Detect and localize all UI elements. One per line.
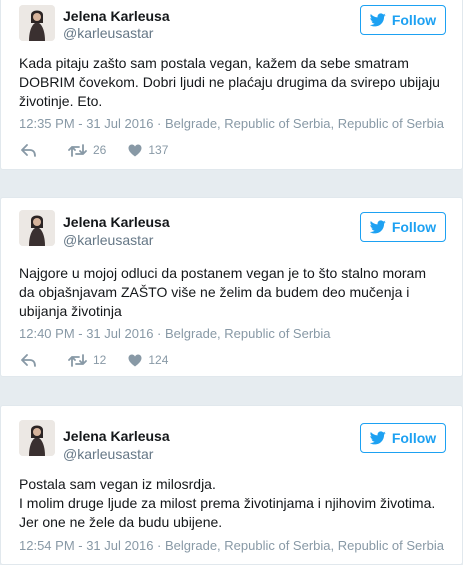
- avatar[interactable]: [19, 420, 55, 456]
- tweet-text: Kada pitaju zašto sam postala vegan, kaž…: [19, 55, 440, 109]
- like-count: 124: [148, 353, 169, 367]
- location[interactable]: Belgrade, Republic of Serbia, Republic o…: [165, 538, 444, 553]
- bird-icon: [369, 13, 386, 27]
- separator: ·: [157, 538, 162, 553]
- bird-icon: [369, 220, 386, 234]
- location[interactable]: Belgrade, Republic of Serbia: [165, 326, 331, 341]
- author-handle[interactable]: @karleusastar: [63, 25, 153, 41]
- bird-icon: [369, 431, 386, 445]
- author-handle[interactable]: @karleusastar: [63, 446, 153, 462]
- reply-icon: [21, 143, 36, 157]
- author-name[interactable]: Jelena Karleusa: [63, 214, 170, 230]
- tweet-text-line: I molim druge ljude za milost prema živo…: [19, 495, 436, 511]
- reply-button[interactable]: [21, 143, 36, 157]
- tweet-meta: 12:35 PM - 31 Jul 2016 · Belgrade, Repub…: [19, 116, 444, 131]
- reply-button[interactable]: [21, 353, 36, 367]
- reply-icon: [21, 353, 36, 367]
- like-button[interactable]: 124: [128, 353, 168, 367]
- heart-icon: [128, 144, 142, 156]
- location[interactable]: Belgrade, Republic of Serbia, Republic o…: [165, 116, 444, 131]
- tweet-text: Najgore u mojoj odluci da postanem vegan…: [19, 265, 426, 319]
- tweet-text: Postala sam vegan iz milosrdja. I molim …: [19, 475, 444, 532]
- tweet-card: Jelena Karleusa @karleusastar Follow Naj…: [0, 197, 463, 377]
- follow-button[interactable]: Follow: [360, 423, 446, 453]
- follow-label: Follow: [391, 219, 437, 235]
- retweet-count: 26: [93, 143, 107, 157]
- tweet-actions: 12 124: [21, 351, 168, 369]
- author-name[interactable]: Jelena Karleusa: [63, 8, 170, 24]
- separator: ·: [157, 116, 162, 131]
- retweet-icon: [68, 353, 87, 367]
- avatar[interactable]: [19, 210, 55, 246]
- timestamp[interactable]: 12:54 PM - 31 Jul 2016: [19, 538, 153, 553]
- separator: ·: [157, 326, 162, 341]
- tweet-text-line: Postala sam vegan iz milosrdja.: [19, 476, 216, 492]
- timestamp[interactable]: 12:35 PM - 31 Jul 2016: [19, 116, 153, 131]
- author-handle[interactable]: @karleusastar: [63, 232, 153, 248]
- tweet-actions: 26 137: [21, 141, 168, 159]
- tweet-card: Jelena Karleusa @karleusastar Follow Pos…: [0, 405, 463, 565]
- follow-label: Follow: [391, 430, 437, 446]
- tweet-meta: 12:40 PM - 31 Jul 2016 · Belgrade, Repub…: [19, 326, 331, 341]
- retweet-count: 12: [93, 353, 107, 367]
- follow-button[interactable]: Follow: [360, 212, 446, 242]
- retweet-icon: [68, 143, 87, 157]
- author-name[interactable]: Jelena Karleusa: [63, 428, 170, 444]
- avatar[interactable]: [19, 5, 55, 41]
- tweet-meta: 12:54 PM - 31 Jul 2016 · Belgrade, Repub…: [19, 538, 444, 553]
- heart-icon: [128, 354, 142, 366]
- like-button[interactable]: 137: [128, 143, 168, 157]
- retweet-button[interactable]: 26: [68, 143, 106, 157]
- timestamp[interactable]: 12:40 PM - 31 Jul 2016: [19, 326, 153, 341]
- tweet-card: Jelena Karleusa @karleusastar Follow Kad…: [0, 0, 463, 170]
- follow-label: Follow: [391, 12, 437, 28]
- follow-button[interactable]: Follow: [360, 5, 446, 35]
- like-count: 137: [148, 143, 169, 157]
- tweet-text-line: Jer one ne žele da budu ubijene.: [19, 514, 223, 530]
- retweet-button[interactable]: 12: [68, 353, 106, 367]
